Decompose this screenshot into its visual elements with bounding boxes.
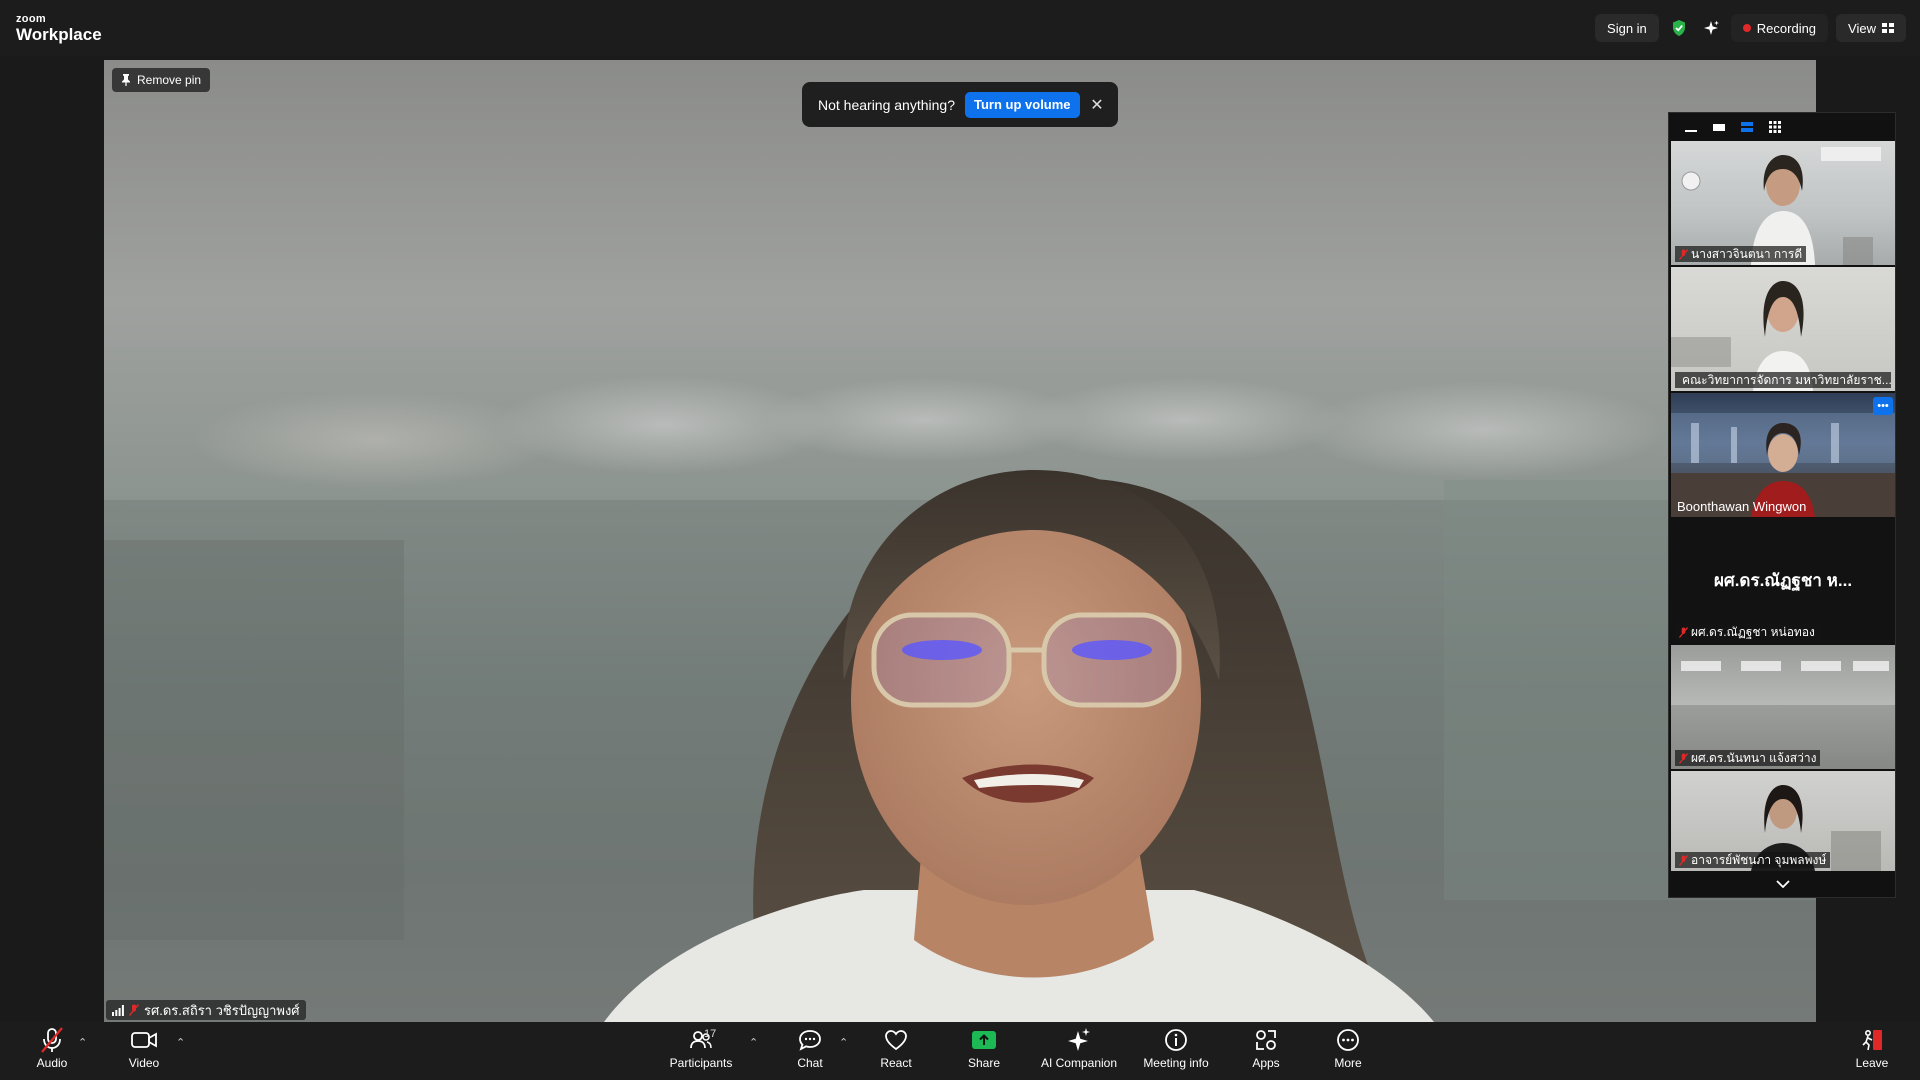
video-button[interactable]: Video <box>124 1026 164 1076</box>
info-icon <box>1165 1029 1187 1051</box>
more-label: More <box>1334 1056 1362 1070</box>
participants-count: 17 <box>704 1028 717 1040</box>
remove-pin-button[interactable]: Remove pin <box>112 68 211 92</box>
minimize-icon[interactable] <box>1681 117 1701 137</box>
remove-pin-label: Remove pin <box>137 73 202 87</box>
sign-in-label: Sign in <box>1607 20 1647 36</box>
toast-message: Not hearing anything? <box>818 96 955 113</box>
recording-dot-icon <box>1742 24 1751 32</box>
chat-button[interactable]: Chat <box>790 1026 830 1076</box>
participant-tile[interactable]: ผศ.ดร.ณัฏฐชา ห... ผศ.ดร.ณัฏฐชา หน่อทอง <box>1671 519 1895 643</box>
meeting-toolbar: Audio ⌃ Video ⌃ 17 Participants ⌃ Chat ⌃… <box>0 1022 1920 1080</box>
top-bar: zoom Workplace Sign in Recording View <box>0 0 1920 56</box>
video-label: Video <box>128 1056 160 1070</box>
more-icon <box>1337 1029 1359 1051</box>
brand-large: Workplace <box>16 25 102 44</box>
recording-label: Recording <box>1756 20 1817 36</box>
participant-name-tag: อาจารย์พัชนภา จุมพลพงษ์ <box>1675 852 1831 868</box>
participant-name: ผศ.ดร.นันทนา แจ้งสว่าง <box>1691 750 1817 765</box>
view-label: View <box>1848 20 1876 36</box>
leave-door-icon <box>1862 1029 1882 1051</box>
heart-icon <box>885 1030 907 1051</box>
video-options-chevron-icon[interactable]: ⌃ <box>176 1036 185 1049</box>
mic-muted-icon <box>1679 752 1688 764</box>
participant-name-tag: นางสาวจินตนา การดี <box>1675 246 1807 262</box>
audio-options-chevron-icon[interactable]: ⌃ <box>78 1036 87 1049</box>
turn-up-volume-button[interactable]: Turn up volume <box>965 91 1080 118</box>
gallery-scroll-down-button[interactable] <box>1671 873 1895 895</box>
participant-tile[interactable]: อาจารย์พัชนภา จุมพลพงษ์ <box>1671 771 1895 871</box>
react-label: React <box>880 1056 912 1070</box>
ai-sparkle-icon[interactable] <box>1699 14 1723 42</box>
chevron-down-icon <box>1776 880 1790 888</box>
turn-up-volume-label: Turn up volume <box>974 97 1071 112</box>
mic-muted-icon <box>129 1004 139 1016</box>
leave-label: Leave <box>1855 1056 1889 1070</box>
participant-name: อาจารย์พัชนภา จุมพลพงษ์ <box>1691 852 1827 867</box>
share-label: Share <box>967 1056 1001 1070</box>
participant-name-tag: คณะวิทยาการจัดการ มหาวิทยาลัยราช... <box>1675 372 1891 388</box>
view-button[interactable]: View <box>1836 14 1906 42</box>
chat-options-chevron-icon[interactable]: ⌃ <box>839 1036 848 1049</box>
mic-muted-icon <box>41 1027 63 1053</box>
meeting-info-button[interactable]: Meeting info <box>1140 1026 1212 1076</box>
participant-name: Boonthawan Wingwon <box>1677 498 1807 514</box>
apps-icon <box>1256 1030 1276 1050</box>
more-options-icon[interactable]: ••• <box>1873 397 1893 415</box>
sign-in-button[interactable]: Sign in <box>1595 14 1659 42</box>
participant-name: คณะวิทยาการจัดการ มหาวิทยาลัยราช... <box>1682 372 1891 387</box>
ai-companion-button[interactable]: AI Companion <box>1036 1026 1122 1076</box>
recording-indicator[interactable]: Recording <box>1730 14 1829 42</box>
close-icon[interactable]: ✕ <box>1088 96 1106 114</box>
video-camera-icon <box>131 1032 157 1048</box>
participant-name: นางสาวจินตนา การดี <box>1691 246 1803 261</box>
audio-label: Audio <box>36 1056 68 1070</box>
strip-view-icon[interactable] <box>1737 117 1757 137</box>
mic-muted-icon <box>1679 248 1688 260</box>
speaker-view-icon[interactable] <box>1709 117 1729 137</box>
pin-icon <box>122 74 130 86</box>
ai-companion-sparkle-icon <box>1068 1028 1090 1051</box>
meeting-info-label: Meeting info <box>1143 1056 1209 1070</box>
zoom-workplace-logo: zoom Workplace <box>16 13 102 44</box>
more-button[interactable]: More <box>1328 1026 1368 1076</box>
chat-bubble-icon <box>799 1030 821 1051</box>
react-button[interactable]: React <box>874 1026 918 1076</box>
speaker-name: รศ.ดร.สถิรา วชิรปัญญาพงศ์ <box>144 1002 300 1018</box>
apps-label: Apps <box>1252 1056 1280 1070</box>
participant-name-tag: ผศ.ดร.นันทนา แจ้งสว่าง <box>1675 750 1821 766</box>
participants-options-chevron-icon[interactable]: ⌃ <box>749 1036 758 1049</box>
participant-tile[interactable]: ผศ.ดร.นันทนา แจ้งสว่าง <box>1671 645 1895 769</box>
apps-button[interactable]: Apps <box>1246 1026 1286 1076</box>
share-button[interactable]: Share <box>962 1026 1006 1076</box>
brand-small: zoom <box>16 13 46 25</box>
grid-icon <box>1882 23 1894 33</box>
audio-toast: Not hearing anything? Turn up volume ✕ <box>802 82 1118 127</box>
gallery-view-icon[interactable] <box>1765 117 1785 137</box>
speaker-video-frame <box>104 470 1816 1022</box>
shield-icon[interactable] <box>1667 14 1691 42</box>
speaker-name-tag: รศ.ดร.สถิรา วชิรปัญญาพงศ์ <box>106 1000 306 1020</box>
participant-tile[interactable]: นางสาวจินตนา การดี <box>1671 141 1895 265</box>
participant-tile[interactable]: ••• Boonthawan Wingwon <box>1671 393 1895 517</box>
participants-label: Participants <box>669 1056 733 1070</box>
signal-icon <box>112 1004 124 1016</box>
mic-muted-icon <box>1679 854 1688 866</box>
participant-name: ผศ.ดร.ณัฏฐชา หน่อทอง <box>1691 624 1815 639</box>
participant-name-tag: Boonthawan Wingwon <box>1675 498 1810 514</box>
leave-button[interactable]: Leave <box>1852 1026 1892 1076</box>
participant-tile[interactable]: คณะวิทยาการจัดการ มหาวิทยาลัยราช... <box>1671 267 1895 391</box>
participant-name-tag: ผศ.ดร.ณัฏฐชา หน่อทอง <box>1675 624 1819 640</box>
main-video[interactable]: Remove pin Not hearing anything? Turn up… <box>104 60 1816 1022</box>
chat-label: Chat <box>797 1056 823 1070</box>
audio-button[interactable]: Audio <box>30 1026 74 1076</box>
participant-display-name: ผศ.ดร.ณัฏฐชา ห... <box>1713 571 1853 590</box>
share-screen-icon <box>972 1031 996 1049</box>
participants-button[interactable]: 17 Participants <box>666 1026 736 1076</box>
gallery-panel: นางสาวจินตนา การดี คณะวิทยาการจัดการ มหา… <box>1668 112 1896 898</box>
mic-muted-icon <box>1679 626 1688 638</box>
gallery-view-switcher <box>1669 113 1895 141</box>
ai-companion-label: AI Companion <box>1040 1056 1118 1070</box>
